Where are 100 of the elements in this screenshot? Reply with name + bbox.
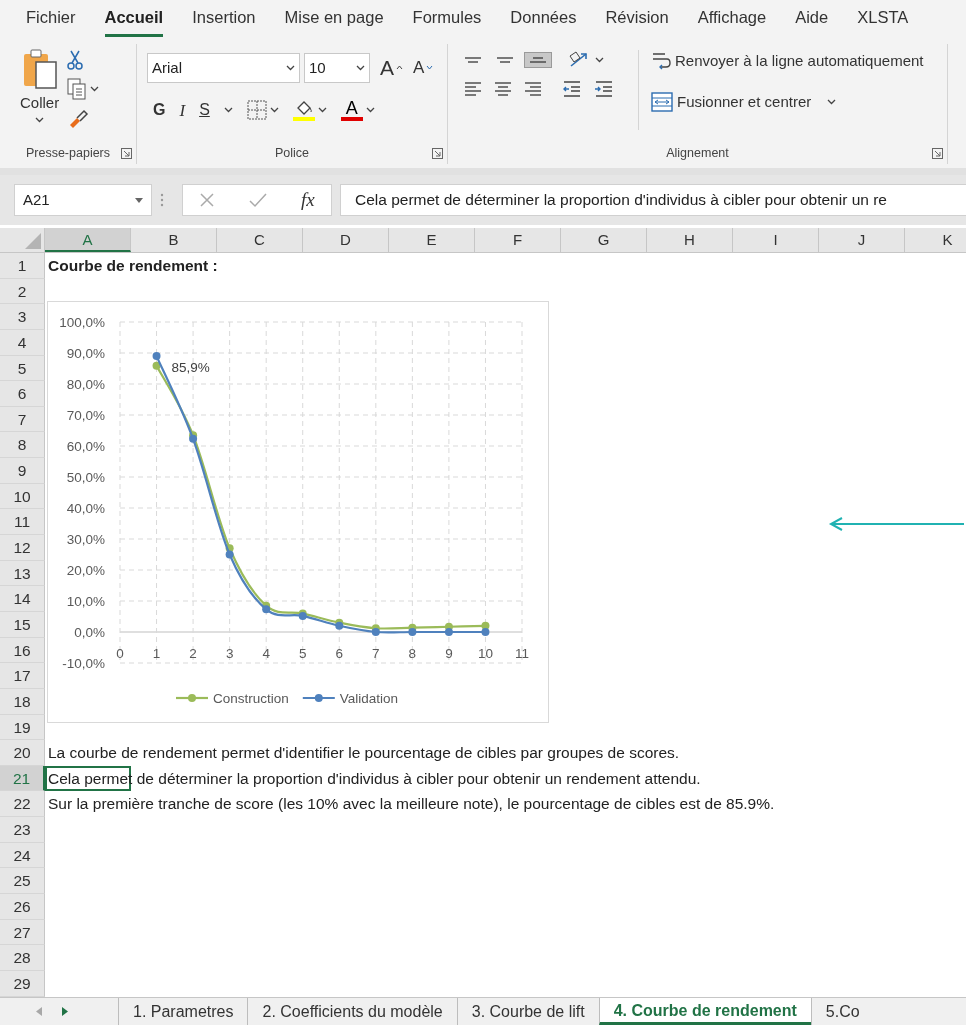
y-tick-label: 10,0% xyxy=(66,594,105,609)
data-point xyxy=(225,550,234,559)
row-header[interactable]: 1 xyxy=(0,253,45,279)
dialog-launcher-icon[interactable] xyxy=(121,148,132,159)
cancel-button[interactable] xyxy=(199,192,216,208)
column-header[interactable]: E xyxy=(389,228,475,252)
ribbon-tab[interactable]: Formules xyxy=(412,0,482,37)
column-header[interactable]: F xyxy=(475,228,561,252)
ribbon-tab[interactable]: Fichier xyxy=(26,0,76,37)
data-point xyxy=(152,361,161,370)
row-header[interactable]: 18 xyxy=(0,688,45,715)
row-header[interactable]: 16 xyxy=(0,637,45,664)
row-header[interactable]: 28 xyxy=(0,945,45,971)
row-header[interactable]: 5 xyxy=(0,355,45,382)
vertical-align-button[interactable] xyxy=(524,52,552,68)
dialog-launcher-icon[interactable] xyxy=(932,148,943,159)
column-header[interactable]: A xyxy=(45,228,131,252)
row-header[interactable]: 9 xyxy=(0,458,45,484)
column-header[interactable]: K xyxy=(905,228,966,252)
y-tick-label: 20,0% xyxy=(66,563,105,578)
paste-button[interactable]: Coller xyxy=(20,48,60,142)
row-header[interactable]: 19 xyxy=(0,714,45,741)
font-size-field[interactable]: 10 xyxy=(304,52,370,83)
horizontal-align-button[interactable] xyxy=(494,82,512,96)
ribbon-tab[interactable]: XLSTA xyxy=(857,0,909,37)
column-header[interactable]: B xyxy=(131,228,217,252)
caret-icon xyxy=(595,57,604,63)
column-header[interactable]: I xyxy=(733,228,819,252)
sheet-tab[interactable]: 5.Co xyxy=(810,998,874,1025)
row-header[interactable]: 29 xyxy=(0,970,45,997)
color-bar-icon xyxy=(340,117,363,122)
italic-button[interactable]: I xyxy=(179,97,186,123)
enter-button[interactable] xyxy=(248,192,269,208)
ribbon-tab[interactable]: Données xyxy=(510,0,577,37)
column-header[interactable]: H xyxy=(647,228,733,252)
next-sheet-button[interactable] xyxy=(62,1007,68,1016)
font-name-field[interactable]: Arial xyxy=(147,52,300,83)
column-header[interactable]: D xyxy=(303,228,389,252)
row-header[interactable]: 23 xyxy=(0,817,45,843)
copy-button[interactable] xyxy=(67,78,100,100)
name-box-field[interactable]: A21 xyxy=(14,184,152,216)
row-header[interactable]: 4 xyxy=(0,329,45,356)
sheet-tab[interactable]: 4. Courbe de rendement xyxy=(598,998,811,1025)
row-header[interactable]: 15 xyxy=(0,611,45,638)
row-header[interactable]: 13 xyxy=(0,560,45,587)
row-header[interactable]: 12 xyxy=(0,535,45,561)
row-header[interactable]: 20 xyxy=(0,740,45,766)
row-header[interactable]: 24 xyxy=(0,842,45,869)
increase-indent-button[interactable] xyxy=(594,80,614,98)
column-header[interactable]: C xyxy=(217,228,303,252)
horizontal-align-button[interactable] xyxy=(524,82,542,96)
row-header[interactable]: 3 xyxy=(0,304,45,330)
row-header[interactable]: 10 xyxy=(0,483,45,510)
data-point xyxy=(152,352,161,361)
font-color-button[interactable]: A xyxy=(340,99,375,122)
sheet-tab[interactable]: 2. Coefficients du modèle xyxy=(247,998,457,1025)
sheet-tab[interactable]: 1. Parametres xyxy=(118,998,248,1025)
row-header[interactable]: 21 xyxy=(0,765,45,792)
wrap-text-button[interactable]: Renvoyer à la ligne automatiquement xyxy=(651,50,924,73)
insert-function-button[interactable]: fx xyxy=(300,185,315,215)
row-header[interactable]: 27 xyxy=(0,919,45,946)
up-caret-icon xyxy=(396,65,403,71)
y-tick-label: 40,0% xyxy=(66,501,105,516)
caret-icon xyxy=(286,64,295,71)
column-header[interactable]: J xyxy=(819,228,905,252)
bold-button[interactable]: G xyxy=(153,98,166,123)
caret-icon xyxy=(827,98,837,105)
orientation-button[interactable] xyxy=(568,50,604,70)
ribbon-tab[interactable]: Affichage xyxy=(697,0,767,37)
row-header[interactable]: 6 xyxy=(0,381,45,407)
formula-input-field[interactable]: Cela permet de déterminer la proportion d'individus à cibler pour obtenir un re xyxy=(340,184,966,216)
ribbon-tab[interactable]: Révision xyxy=(605,0,669,37)
caret-icon xyxy=(317,107,327,114)
row-header[interactable]: 26 xyxy=(0,894,45,920)
row-header[interactable]: 25 xyxy=(0,868,45,894)
sheet-tab[interactable]: 3. Courbe de lift xyxy=(456,998,599,1025)
row-header[interactable]: 7 xyxy=(0,406,45,433)
data-point xyxy=(262,605,271,614)
row-header[interactable]: 2 xyxy=(0,278,45,305)
y-tick-label: 100,0% xyxy=(59,315,105,330)
previous-sheet-button[interactable] xyxy=(36,1007,42,1016)
borders-button[interactable] xyxy=(246,100,279,121)
ribbon-tab[interactable]: Aide xyxy=(795,0,829,37)
row-header[interactable]: 22 xyxy=(0,791,45,818)
column-header[interactable]: G xyxy=(561,228,647,252)
decrease-indent-button[interactable] xyxy=(562,80,582,98)
row-header[interactable]: 11 xyxy=(0,509,45,536)
dialog-launcher-icon[interactable] xyxy=(432,148,443,159)
ribbon-tab[interactable]: Insertion xyxy=(192,0,256,37)
merge-center-button[interactable]: Fusionner et centrer xyxy=(651,90,924,113)
fill-color-button[interactable] xyxy=(292,99,327,122)
ribbon-tab[interactable]: Mise en page xyxy=(284,0,384,37)
grow-font-button[interactable]: A xyxy=(380,52,403,84)
right-arrow-icon xyxy=(62,1007,68,1016)
underline-button[interactable]: S xyxy=(199,98,210,123)
shrink-font-button[interactable]: A xyxy=(413,55,434,81)
row-header[interactable]: 14 xyxy=(0,586,45,612)
row-header[interactable]: 17 xyxy=(0,663,45,689)
row-header[interactable]: 8 xyxy=(0,432,45,459)
horizontal-align-button[interactable] xyxy=(464,82,482,96)
